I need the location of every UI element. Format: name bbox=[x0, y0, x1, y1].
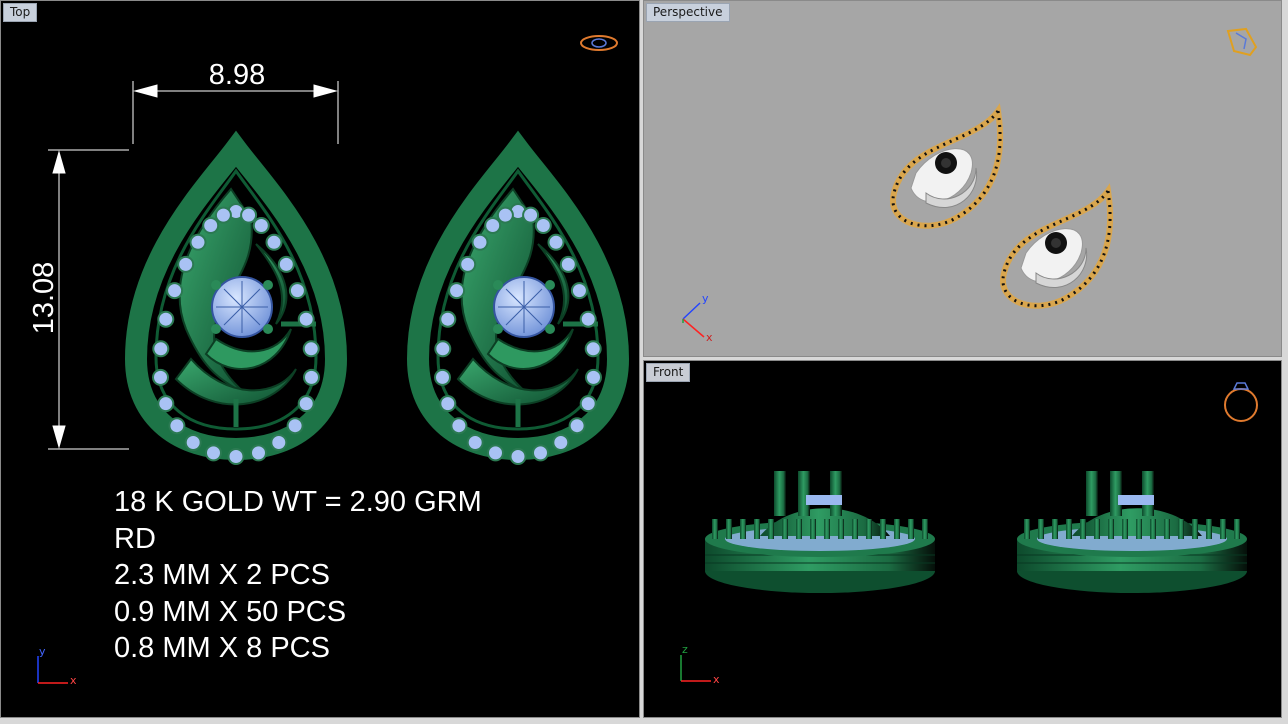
accent-stone bbox=[466, 434, 484, 451]
accent-stone bbox=[471, 233, 489, 251]
specification-text: 18 K GOLD WT = 2.90 GRM RD 2.3 MM X 2 PC… bbox=[114, 484, 482, 667]
axis-indicator-front: z x bbox=[680, 643, 720, 686]
accent-stone bbox=[487, 444, 504, 462]
ring-perspective-icon bbox=[1226, 27, 1258, 57]
accent-stone bbox=[448, 282, 466, 300]
accent-stone bbox=[547, 233, 565, 251]
accent-stone bbox=[552, 434, 570, 451]
right-earring-front bbox=[1016, 470, 1248, 594]
left-earring-front bbox=[704, 470, 936, 594]
svg-text:x: x bbox=[70, 674, 77, 687]
accent-stone bbox=[439, 395, 457, 413]
accent-stone bbox=[157, 395, 175, 413]
right-earring-perspective bbox=[1003, 191, 1110, 306]
front-viewport-canvas: z x bbox=[680, 382, 1258, 686]
stone-shape-line: RD bbox=[114, 522, 156, 555]
accent-stone bbox=[250, 444, 267, 462]
stone-spec-line-2: 0.9 MM X 50 PCS bbox=[114, 595, 347, 628]
accent-stone bbox=[177, 255, 195, 273]
accent-stone bbox=[227, 448, 245, 465]
ring-top-icon bbox=[580, 35, 618, 51]
accent-stone bbox=[534, 217, 552, 234]
accent-stone bbox=[568, 417, 586, 435]
accent-stone bbox=[189, 233, 207, 251]
svg-text:z: z bbox=[682, 643, 688, 656]
accent-stone bbox=[303, 368, 320, 386]
left-earring-perspective bbox=[893, 111, 1000, 226]
accent-stone bbox=[265, 233, 283, 251]
accent-stone bbox=[459, 255, 477, 273]
accent-stone bbox=[434, 368, 451, 386]
perspective-viewport-canvas: y x bbox=[682, 27, 1258, 344]
accent-stone bbox=[434, 340, 452, 358]
accent-stone bbox=[286, 417, 304, 435]
gold-weight-line: 18 K GOLD WT = 2.90 GRM bbox=[114, 486, 482, 518]
accent-stone bbox=[152, 340, 170, 358]
accent-stone bbox=[152, 368, 169, 386]
height-dimension bbox=[48, 149, 129, 450]
accent-stone bbox=[297, 310, 315, 328]
accent-stone bbox=[214, 206, 232, 224]
accent-stone bbox=[509, 448, 527, 465]
accent-stone bbox=[570, 282, 588, 300]
accent-stone bbox=[168, 417, 186, 435]
axis-indicator-perspective: y x bbox=[682, 292, 713, 344]
height-dimension-label: 13.08 bbox=[28, 262, 60, 335]
accent-stone bbox=[166, 282, 184, 300]
accent-stone bbox=[522, 206, 540, 224]
accent-stone bbox=[559, 255, 577, 273]
accent-stone bbox=[584, 340, 602, 358]
accent-stone bbox=[484, 217, 502, 234]
perspective-viewport[interactable]: Perspective y x bbox=[643, 0, 1282, 357]
accent-stone bbox=[496, 206, 514, 224]
ring-front-icon bbox=[1224, 382, 1258, 422]
axis-indicator-top: y x bbox=[37, 645, 77, 687]
svg-text:y: y bbox=[702, 292, 709, 305]
accent-stone bbox=[157, 310, 175, 328]
stone-spec-line-3: 0.8 MM X 8 PCS bbox=[114, 632, 330, 664]
accent-stone bbox=[240, 206, 258, 224]
svg-text:x: x bbox=[713, 673, 720, 686]
top-viewport[interactable]: Top 8.98 13.08 y x 18 K GOLD WT = 2.90 G… bbox=[0, 0, 640, 718]
accent-stone bbox=[585, 368, 602, 386]
accent-stone bbox=[184, 434, 202, 451]
accent-stone bbox=[297, 395, 315, 413]
stone-spec-line-1: 2.3 MM X 2 PCS bbox=[114, 559, 330, 591]
front-viewport[interactable]: Front z x bbox=[643, 360, 1282, 718]
accent-stone bbox=[532, 444, 549, 462]
accent-stone bbox=[277, 255, 295, 273]
left-earring-top bbox=[136, 149, 336, 465]
accent-stone bbox=[288, 282, 306, 300]
accent-stone bbox=[579, 310, 597, 328]
svg-text:y: y bbox=[39, 645, 46, 658]
accent-stone bbox=[579, 395, 597, 413]
accent-stone bbox=[439, 310, 457, 328]
accent-stone bbox=[450, 417, 468, 435]
accent-stone bbox=[270, 434, 288, 451]
svg-text:x: x bbox=[706, 331, 713, 344]
accent-stone bbox=[302, 340, 320, 358]
accent-stone bbox=[252, 217, 270, 234]
accent-stone bbox=[205, 444, 222, 462]
right-earring-top bbox=[418, 149, 618, 465]
accent-stone bbox=[202, 217, 220, 234]
width-dimension-label: 8.98 bbox=[209, 59, 265, 91]
